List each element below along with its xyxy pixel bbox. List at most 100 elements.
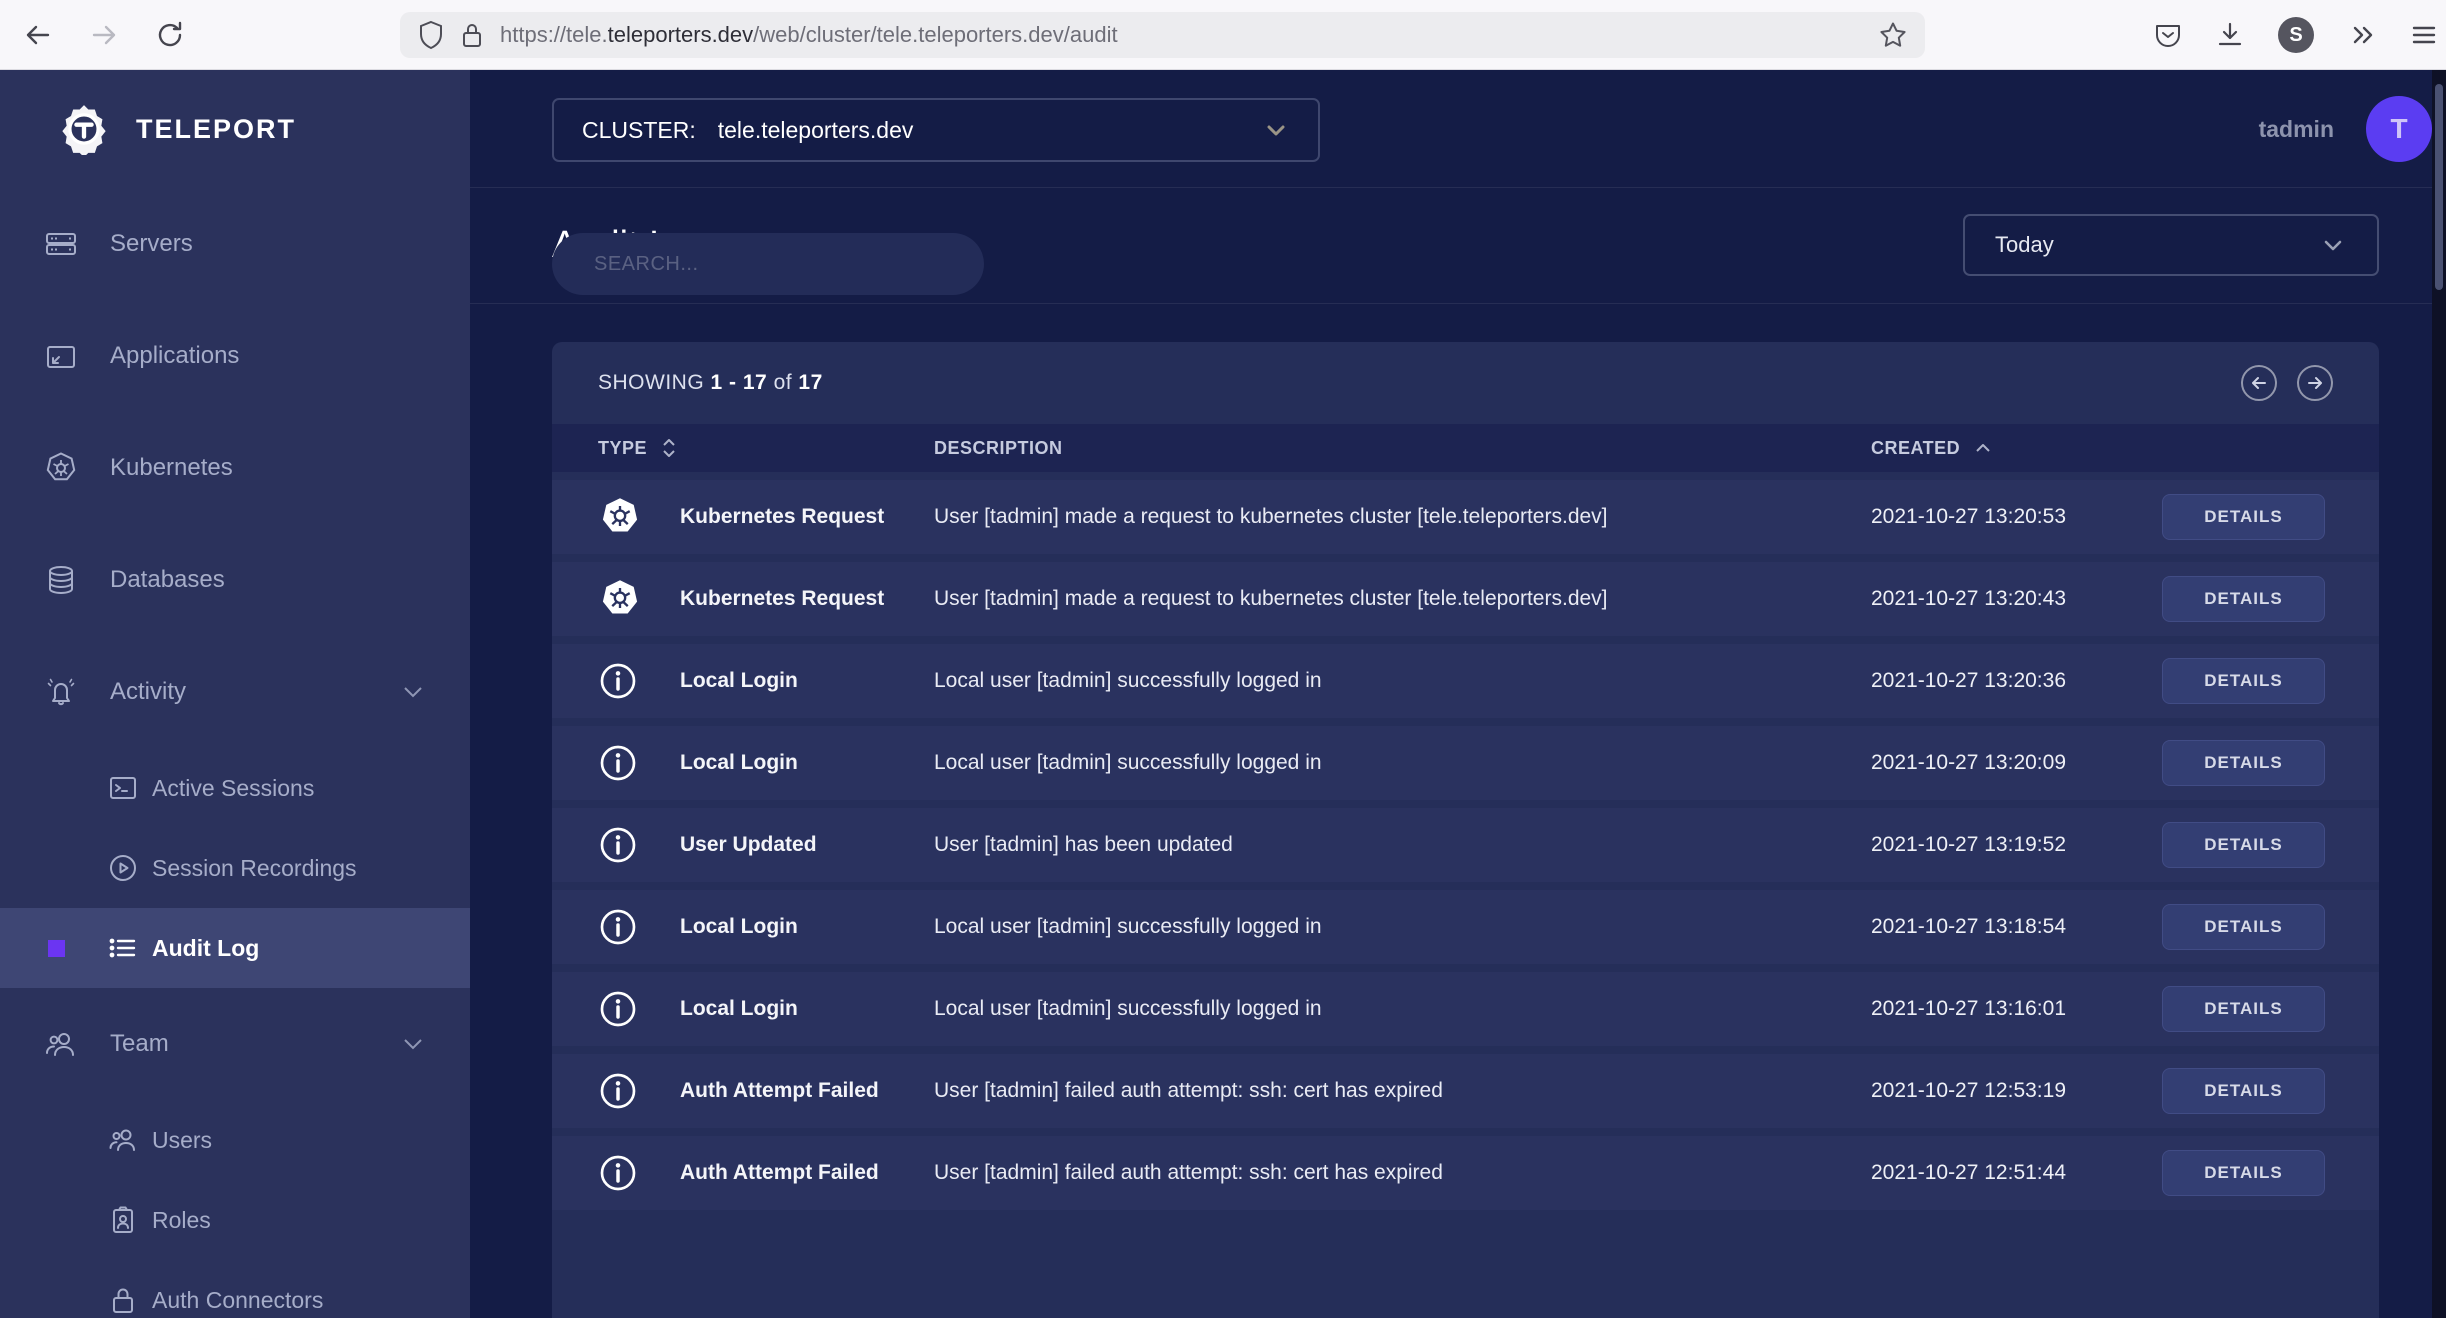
active-indicator bbox=[48, 939, 65, 957]
audit-log-table: SHOWING 1 - 17 of 17 TYPE DESCRIPTION CR… bbox=[552, 342, 2379, 1318]
row-type: User Updated bbox=[680, 833, 817, 856]
details-button[interactable]: DETAILS bbox=[2162, 494, 2325, 540]
kubernetes-icon bbox=[44, 451, 78, 485]
details-button[interactable]: DETAILS bbox=[2162, 1150, 2325, 1196]
brand-name: TELEPORT bbox=[136, 113, 297, 144]
table-row: Auth Attempt Failed User [tadmin] failed… bbox=[552, 1136, 2379, 1210]
table-row: Kubernetes Request User [tadmin] made a … bbox=[552, 562, 2379, 636]
page-scrollbar[interactable] bbox=[2432, 70, 2446, 1318]
teleport-logo-icon bbox=[62, 105, 106, 155]
download-icon[interactable] bbox=[2216, 21, 2244, 49]
details-button[interactable]: DETAILS bbox=[2162, 986, 2325, 1032]
showing-text: SHOWING 1 - 17 of 17 bbox=[598, 371, 823, 394]
menu-hamburger-icon[interactable] bbox=[2410, 21, 2438, 49]
sidebar-item-active-sessions[interactable]: Active Sessions bbox=[0, 748, 470, 828]
sort-asc-icon bbox=[1974, 442, 1992, 454]
overflow-chevrons-icon[interactable] bbox=[2348, 21, 2376, 49]
row-description: Local user [tadmin] successfully logged … bbox=[934, 751, 1322, 774]
extension-avatar[interactable]: S bbox=[2278, 17, 2314, 53]
user-area: tadmin T bbox=[2259, 70, 2432, 188]
bookmark-star-icon[interactable] bbox=[1879, 21, 1907, 49]
row-created: 2021-10-27 13:20:09 bbox=[1871, 751, 2066, 774]
user-avatar[interactable]: T bbox=[2366, 96, 2432, 162]
search-input[interactable] bbox=[552, 233, 984, 295]
main-content: CLUSTER: tele.teleporters.dev tadmin T A… bbox=[470, 70, 2446, 1318]
play-circle-icon bbox=[108, 853, 138, 883]
sidebar-item-team[interactable]: Team bbox=[0, 988, 470, 1100]
sidebar-item-databases[interactable]: Databases bbox=[0, 524, 470, 636]
scrollbar-thumb[interactable] bbox=[2435, 84, 2443, 290]
details-button[interactable]: DETAILS bbox=[2162, 904, 2325, 950]
row-created: 2021-10-27 13:18:54 bbox=[1871, 915, 2066, 938]
sidebar-item-label: Roles bbox=[152, 1206, 211, 1233]
table-showing-bar: SHOWING 1 - 17 of 17 bbox=[552, 342, 2379, 424]
url-bar[interactable]: https://tele.teleporters.dev/web/cluster… bbox=[400, 12, 1925, 58]
details-button[interactable]: DETAILS bbox=[2162, 576, 2325, 622]
sidebar-item-auth-connectors[interactable]: Auth Connectors bbox=[0, 1260, 470, 1318]
cluster-label: CLUSTER: bbox=[582, 116, 696, 143]
sidebar-item-label: Auth Connectors bbox=[152, 1286, 324, 1313]
table-row: Local Login Local user [tadmin] successf… bbox=[552, 890, 2379, 964]
info-icon bbox=[598, 1071, 680, 1111]
column-description[interactable]: DESCRIPTION bbox=[934, 438, 1871, 459]
table-row: Kubernetes Request User [tadmin] made a … bbox=[552, 480, 2379, 554]
details-button[interactable]: DETAILS bbox=[2162, 658, 2325, 704]
details-button[interactable]: DETAILS bbox=[2162, 1068, 2325, 1114]
sidebar-item-label: Users bbox=[152, 1126, 213, 1153]
row-created: 2021-10-27 13:20:36 bbox=[1871, 669, 2066, 692]
row-description: User [tadmin] has been updated bbox=[934, 833, 1233, 856]
sidebar-item-kubernetes[interactable]: Kubernetes bbox=[0, 412, 470, 524]
sidebar-item-activity[interactable]: Activity bbox=[0, 636, 470, 748]
lock-icon[interactable] bbox=[460, 21, 484, 49]
reload-button[interactable] bbox=[142, 7, 198, 63]
team-icon bbox=[44, 1027, 78, 1061]
cluster-topbar: CLUSTER: tele.teleporters.dev tadmin T bbox=[470, 70, 2446, 188]
browser-toolbar: https://tele.teleporters.dev/web/cluster… bbox=[0, 0, 2446, 70]
row-description: Local user [tadmin] successfully logged … bbox=[934, 915, 1322, 938]
sidebar-item-servers[interactable]: Servers bbox=[0, 188, 470, 300]
sidebar-item-session-recordings[interactable]: Session Recordings bbox=[0, 828, 470, 908]
sidebar-item-users[interactable]: Users bbox=[0, 1100, 470, 1180]
details-button[interactable]: DETAILS bbox=[2162, 740, 2325, 786]
date-range-selector[interactable]: Today bbox=[1963, 214, 2379, 276]
sidebar-item-roles[interactable]: Roles bbox=[0, 1180, 470, 1260]
sidebar-item-label: Session Recordings bbox=[152, 854, 357, 881]
cluster-selector[interactable]: CLUSTER: tele.teleporters.dev bbox=[552, 98, 1320, 162]
column-type[interactable]: TYPE bbox=[598, 437, 934, 459]
shield-icon[interactable] bbox=[418, 20, 444, 50]
row-created: 2021-10-27 13:16:01 bbox=[1871, 997, 2066, 1020]
sidebar-item-label: Kubernetes bbox=[110, 454, 233, 481]
bell-icon bbox=[44, 675, 78, 709]
cluster-value: tele.teleporters.dev bbox=[717, 116, 914, 143]
row-created: 2021-10-27 13:19:52 bbox=[1871, 833, 2066, 856]
row-type: Kubernetes Request bbox=[680, 587, 885, 610]
pocket-icon[interactable] bbox=[2154, 21, 2182, 49]
databases-icon bbox=[44, 563, 78, 597]
row-type: Local Login bbox=[680, 751, 798, 774]
info-icon bbox=[598, 661, 680, 701]
row-created: 2021-10-27 13:20:53 bbox=[1871, 505, 2066, 528]
teleport-brand: TELEPORT bbox=[0, 70, 470, 188]
sidebar-item-applications[interactable]: Applications bbox=[0, 300, 470, 412]
details-button[interactable]: DETAILS bbox=[2162, 822, 2325, 868]
next-page-button[interactable] bbox=[2297, 365, 2333, 401]
sidebar-item-label: Team bbox=[110, 1030, 169, 1057]
row-description: User [tadmin] made a request to kubernet… bbox=[934, 587, 1608, 610]
info-icon bbox=[598, 1153, 680, 1193]
sidebar-item-audit-log[interactable]: Audit Log bbox=[0, 908, 470, 988]
back-button[interactable] bbox=[10, 7, 66, 63]
row-type: Auth Attempt Failed bbox=[680, 1079, 879, 1102]
kubernetes-icon bbox=[598, 495, 680, 539]
prev-page-button[interactable] bbox=[2241, 365, 2277, 401]
chevron-down-icon bbox=[1262, 116, 1290, 144]
chevron-down-icon bbox=[2319, 231, 2347, 259]
row-type: Local Login bbox=[680, 915, 798, 938]
table-row: Local Login Local user [tadmin] successf… bbox=[552, 644, 2379, 718]
chevron-down-icon bbox=[400, 679, 426, 705]
row-description: User [tadmin] made a request to kubernet… bbox=[934, 505, 1608, 528]
column-created[interactable]: CREATED bbox=[1871, 438, 2379, 459]
table-row: Auth Attempt Failed User [tadmin] failed… bbox=[552, 1054, 2379, 1128]
row-created: 2021-10-27 12:53:19 bbox=[1871, 1079, 2066, 1102]
sidebar-item-label: Applications bbox=[110, 342, 240, 369]
sort-both-icon bbox=[661, 437, 677, 459]
